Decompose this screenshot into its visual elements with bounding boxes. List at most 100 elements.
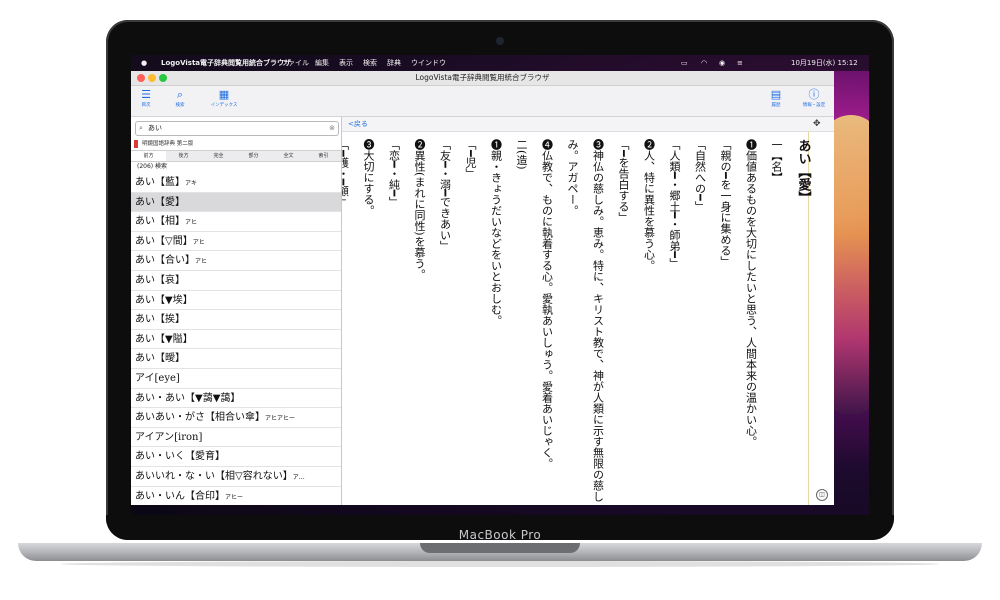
nav-bar: <戻る <box>342 117 834 132</box>
result-headword: あいあい・がさ【相合い傘】 <box>135 412 265 424</box>
result-reading: アヒ <box>195 258 208 266</box>
search-box[interactable]: ⌕ ⊗ <box>135 121 339 136</box>
mode-fulltext[interactable]: 全文 <box>271 151 306 161</box>
entry-line: 「恋━・純━」 <box>387 139 401 208</box>
result-reading: アヒ <box>185 219 198 227</box>
mode-forward[interactable]: 前方 <box>131 151 166 161</box>
result-reading: アヒ <box>192 238 205 246</box>
result-headword: あい【▼埃】 <box>135 294 193 306</box>
result-row[interactable]: あい【合い】アヒ <box>131 251 341 271</box>
entry-line: ❸神仏の慈しみ。恵み。特に、キリスト教で、神が人類に示す無限の慈し <box>591 139 605 502</box>
window-title: LogoVista電子辞典閲覧用統合ブラウザ <box>415 73 550 82</box>
clock[interactable]: 10月19日(水) 15:12 <box>791 55 858 71</box>
entry-line: ❶価値あるものを大切にしたいと思う、人間本来の温かい心。 <box>744 139 758 447</box>
battery-icon[interactable]: ▭ <box>681 55 688 71</box>
result-headword: あい【藍】 <box>135 177 185 188</box>
result-headword: あい【曖】 <box>135 353 185 365</box>
menu-search[interactable]: 検索 <box>363 55 377 71</box>
entry-line: み。アガペー。 <box>566 139 579 216</box>
dictionary-selector[interactable]: 明鏡国語辞典 第二版 <box>131 139 341 149</box>
result-reading: アヒアヒー <box>265 415 296 423</box>
toc-button[interactable]: ☰ 目次 <box>131 87 161 115</box>
info-icon: ⓘ <box>808 88 820 101</box>
back-button[interactable]: <戻る <box>348 117 368 131</box>
menu-window[interactable]: ウインドウ <box>411 55 446 71</box>
result-headword: あい・いん【合印】 <box>135 490 225 502</box>
entry-line: 「━護・━顧」 <box>342 139 350 208</box>
entry-headword: あい【愛】 <box>795 139 811 204</box>
result-row[interactable]: あい・いく【愛育】 <box>131 447 341 467</box>
grid-icon: ▦ <box>218 88 230 101</box>
list-icon: ☰ <box>141 88 151 101</box>
entry-line: 一【名】 <box>770 139 783 183</box>
menu-app-name[interactable]: LogoVista電子辞典閲覧用統合ブラウザ <box>161 55 291 71</box>
result-headword: アイアン[iron] <box>135 431 203 443</box>
result-row[interactable]: あい【藍】アキ <box>131 173 341 193</box>
entry-line: ❸大切にする。 <box>362 139 375 216</box>
entry-line: 「友━・溺━できあい」 <box>438 139 452 252</box>
index-button[interactable]: ▦ インデックス <box>209 87 239 115</box>
entry-line: 「人類━・郷土━・師弟━」 <box>668 139 681 269</box>
result-row[interactable]: あい【挨】 <box>131 310 341 330</box>
result-row[interactable]: アイアン[iron] <box>131 428 341 448</box>
result-row[interactable]: あい【曖】 <box>131 349 341 369</box>
entry-line: 「━児」 <box>464 139 477 179</box>
apple-icon[interactable]: ● <box>141 55 147 71</box>
dictionary-flag-icon <box>134 140 138 148</box>
result-reading: アキ <box>185 180 198 187</box>
result-row[interactable]: あい【愛】 <box>131 192 341 213</box>
result-row[interactable]: あい【哀】 <box>131 271 341 291</box>
result-headword: あい【▼隘】 <box>135 333 193 345</box>
wifi-icon[interactable]: ◠ <box>701 55 707 71</box>
menu-bar: ● LogoVista電子辞典閲覧用統合ブラウザ ファイル 編集 表示 検索 辞… <box>131 55 869 71</box>
info-button[interactable]: ⓘ 情報・設定 <box>799 87 829 115</box>
entry-line: ❷異性(まれに同性)を慕う。 <box>413 139 426 280</box>
result-count: (206) 検索 <box>137 163 168 170</box>
result-row[interactable]: あい【▼隘】 <box>131 330 341 350</box>
mode-exact[interactable]: 完全 <box>201 151 236 161</box>
control-center-icon[interactable]: ≡ <box>737 55 743 71</box>
result-headword: あい【相】 <box>135 216 185 228</box>
mode-partial[interactable]: 部分 <box>236 151 271 161</box>
entry-line: ❷人、特に異性を慕う心。 <box>642 139 656 271</box>
result-row[interactable]: あいいれ・な・い【相▽容れない】ア… <box>131 467 341 487</box>
search-mode-tabs: 前方 後方 完全 部分 全文 索引 <box>131 150 341 162</box>
result-row[interactable]: あいあい・がさ【相合い傘】アヒアヒー <box>131 408 341 428</box>
entry-line: ❶親・きょうだいなどをいとおしむ。 <box>489 139 503 326</box>
entry-line: ❹仏教で、ものに執着する心。愛執あいしゅう。愛着あいじゃく。 <box>540 139 554 469</box>
app-window: LogoVista電子辞典閲覧用統合ブラウザ ☰ 目次 ⌕ 検索 ▦ インデック… <box>131 71 834 505</box>
result-row[interactable]: あい【相】アヒ <box>131 212 341 232</box>
menu-dictionary[interactable]: 辞典 <box>387 55 401 71</box>
clear-search-icon[interactable]: ⊗ <box>329 122 335 135</box>
entry-line: 「親の━を一身に集める」 <box>719 139 732 267</box>
dictionary-name: 明鏡国語辞典 第二版 <box>142 141 194 147</box>
result-headword: アイ[eye] <box>135 373 180 384</box>
menu-file[interactable]: ファイル <box>281 55 309 71</box>
search-button[interactable]: ⌕ 検索 <box>165 87 195 115</box>
result-row[interactable]: あい・あい【▼藹▼藹】 <box>131 389 341 409</box>
mode-index[interactable]: 索引 <box>306 151 341 161</box>
result-headword: あい【哀】 <box>135 275 185 286</box>
history-button[interactable]: ▤ 履歴 <box>761 87 791 115</box>
result-row[interactable]: あい【▼埃】 <box>131 291 341 311</box>
camera <box>496 37 504 45</box>
entry-line: 「自然への━」 <box>693 139 707 212</box>
result-headword: あい【▽間】 <box>135 235 193 247</box>
book-icon[interactable]: ◫ <box>816 489 828 501</box>
entry-line: 二(造) <box>515 139 528 170</box>
device-label: MacBook Pro <box>458 528 542 542</box>
result-row[interactable]: アイ[eye] <box>131 369 341 389</box>
navigate-icon[interactable]: ✥ <box>813 119 821 129</box>
entry-line: 「━を告白する」 <box>617 139 630 223</box>
result-reading: ア… <box>292 474 305 481</box>
user-icon[interactable]: ◉ <box>719 55 725 71</box>
result-row[interactable]: あい【▽間】アヒ <box>131 232 341 252</box>
menu-view[interactable]: 表示 <box>339 55 353 71</box>
menu-edit[interactable]: 編集 <box>315 55 329 71</box>
search-input[interactable] <box>148 122 318 135</box>
result-row[interactable]: あい・いん【合印】アヒー <box>131 487 341 505</box>
result-headword: あい【挨】 <box>135 314 185 326</box>
mode-backward[interactable]: 後方 <box>166 151 201 161</box>
toolbar: ☰ 目次 ⌕ 検索 ▦ インデックス ▤ 履歴 ⓘ 情報・設定 <box>131 86 834 117</box>
title-bar: LogoVista電子辞典閲覧用統合ブラウザ <box>131 71 834 86</box>
